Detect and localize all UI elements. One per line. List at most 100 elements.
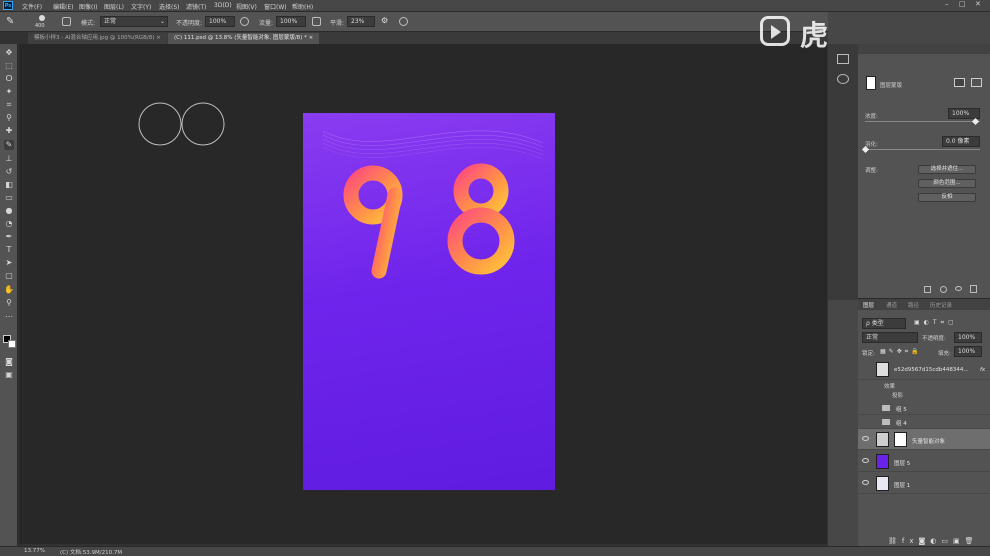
density-slider[interactable]: [865, 121, 980, 122]
menu-layer[interactable]: 图层(L): [104, 2, 124, 11]
menu-help[interactable]: 帮助(H): [292, 2, 313, 11]
type-tool-icon[interactable]: T: [4, 245, 14, 255]
density-value: 100%: [952, 110, 970, 117]
eye-icon[interactable]: [862, 436, 869, 441]
maximize-icon[interactable]: □: [959, 0, 966, 8]
menu-view[interactable]: 视图(V): [236, 2, 257, 11]
blend-mode-select[interactable]: 正常: [862, 332, 918, 343]
fx-icon[interactable]: fx: [980, 367, 985, 373]
zoom-level[interactable]: 13.77%: [24, 548, 45, 554]
layer-row-selected[interactable]: 矢量智能对象: [858, 429, 990, 450]
menu-select[interactable]: 选择(S): [159, 2, 180, 11]
tab-channels[interactable]: 通道: [886, 301, 897, 309]
brush-settings-icon[interactable]: [62, 17, 71, 26]
document-size: (C) 文档:53.9M/210.7M: [60, 550, 123, 556]
folder-icon: [882, 405, 890, 411]
gear-icon[interactable]: ⚙: [381, 16, 391, 26]
magic-wand-icon[interactable]: ✦: [4, 87, 14, 97]
tab-layers[interactable]: 图层: [863, 301, 874, 309]
feather-slider[interactable]: [865, 149, 980, 150]
blur-tool-icon[interactable]: ●: [4, 206, 14, 216]
tab-history[interactable]: 历史记录: [930, 301, 952, 309]
history-panel-icon[interactable]: [837, 54, 849, 64]
tab-template-doc[interactable]: 模板小样3 - AI混合轴应用.jpg @ 100%(RGB/8) ×: [28, 33, 167, 44]
tab-label: 模板小样3 - AI混合轴应用.jpg @ 100%(RGB/8): [34, 35, 155, 41]
layer-filter-icons[interactable]: ▣◐T⌗▢: [914, 319, 974, 328]
vector-mask-icon[interactable]: [971, 78, 982, 87]
select-and-mask-button[interactable]: 选择并遮住...: [918, 165, 976, 174]
layer-row[interactable]: 图层 1: [858, 473, 990, 494]
zoom-tool-icon[interactable]: ⚲: [4, 298, 14, 308]
close-icon[interactable]: ✕: [975, 0, 981, 8]
load-selection-icon[interactable]: [924, 286, 931, 293]
hand-tool-icon[interactable]: ✋: [4, 285, 14, 295]
tab-111-psd[interactable]: (C) 111.psd @ 13.8% (矢量智能对象, 图层蒙版/8) * ×: [168, 33, 320, 44]
eye-icon[interactable]: [862, 480, 869, 485]
close-icon[interactable]: ×: [156, 35, 161, 41]
brush-tool-icon[interactable]: ✎: [6, 16, 18, 28]
color-panel-icon[interactable]: [837, 74, 849, 84]
history-brush-icon[interactable]: ↺: [4, 167, 14, 177]
layer-name: 组 5: [896, 407, 907, 413]
layers-bottom-icons[interactable]: ⛓fx◙◐▭▣🗑: [888, 537, 988, 546]
menu-file[interactable]: 文件(F): [22, 2, 42, 11]
density-slider-handle[interactable]: [971, 117, 980, 126]
pressure-opacity-icon[interactable]: [240, 17, 249, 26]
feather-input[interactable]: 0.0 像素: [942, 136, 980, 147]
pen-tool-icon[interactable]: ✒: [4, 232, 14, 242]
smoothing-input[interactable]: 23%: [347, 16, 375, 27]
layer-row[interactable]: 组 5: [858, 401, 990, 415]
fill-label: 填充:: [938, 351, 951, 357]
document-artboard[interactable]: 918: [303, 113, 555, 490]
marquee-tool-icon[interactable]: ⬚: [4, 61, 14, 71]
menu-filter[interactable]: 滤镜(T): [186, 2, 206, 11]
background-color-swatch[interactable]: [8, 340, 16, 348]
pressure-size-icon[interactable]: [399, 17, 408, 26]
eraser-icon[interactable]: ◧: [4, 180, 14, 190]
move-tool-icon[interactable]: ✥: [4, 48, 14, 58]
flow-input[interactable]: 100%: [276, 16, 306, 27]
lasso-tool-icon[interactable]: ⵔ: [4, 74, 14, 84]
layer-kind-filter[interactable]: ρ 类型: [862, 318, 906, 329]
dodge-tool-icon[interactable]: ◔: [4, 219, 14, 229]
crop-tool-icon[interactable]: ⌗: [4, 100, 14, 110]
color-range-button[interactable]: 颜色范围...: [918, 179, 976, 188]
screen-mode-icon[interactable]: ▣: [4, 370, 14, 380]
mode-select[interactable]: 正常 ⌄: [100, 16, 168, 27]
layer-row[interactable]: 图层 5: [858, 451, 990, 472]
menu-image[interactable]: 图像(I): [79, 2, 97, 11]
layer-opacity-input[interactable]: 100%: [954, 332, 982, 343]
tab-paths[interactable]: 路径: [908, 301, 919, 309]
invert-button[interactable]: 反相: [918, 193, 976, 202]
document-tabs: 模板小样3 - AI混合轴应用.jpg @ 100%(RGB/8) × (C) …: [28, 32, 828, 44]
airbrush-icon[interactable]: [312, 17, 321, 26]
path-selection-icon[interactable]: ➤: [4, 258, 14, 268]
rectangle-tool-icon[interactable]: ▢: [4, 271, 14, 281]
visibility-icon[interactable]: [955, 286, 962, 291]
brush-size-value: 400: [35, 23, 45, 29]
menu-type[interactable]: 文字(Y): [131, 2, 151, 11]
opacity-input[interactable]: 100%: [205, 16, 235, 27]
menu-edit[interactable]: 编辑(E): [53, 2, 73, 11]
brush-tool-icon[interactable]: ✎: [4, 140, 14, 150]
menu-window[interactable]: 窗口(W): [264, 2, 287, 11]
layer-row[interactable]: e52d9567d15cdb448344... fx: [858, 359, 990, 380]
quick-mask-icon[interactable]: ◙: [4, 357, 14, 367]
eye-icon[interactable]: [862, 458, 869, 463]
eyedropper-icon[interactable]: ⚲: [4, 113, 14, 123]
gradient-tool-icon[interactable]: ▭: [4, 193, 14, 203]
more-tools-icon[interactable]: ⋯: [4, 312, 14, 322]
layer-row[interactable]: 组 4: [858, 415, 990, 429]
healing-brush-icon[interactable]: ✚: [4, 126, 14, 136]
clone-stamp-icon[interactable]: ⊥: [4, 154, 14, 164]
lock-icons[interactable]: ▦✎✥⌗🔒: [880, 348, 930, 356]
brush-preset-picker[interactable]: 400: [35, 14, 49, 30]
close-icon[interactable]: ×: [309, 35, 314, 41]
menu-3d[interactable]: 3D(D): [214, 2, 232, 9]
minimize-icon[interactable]: –: [945, 0, 949, 8]
mode-value: 正常: [104, 18, 117, 25]
trash-icon[interactable]: [970, 285, 977, 293]
fill-input[interactable]: 100%: [954, 346, 982, 357]
pixel-mask-icon[interactable]: [954, 78, 965, 87]
apply-mask-icon[interactable]: [940, 286, 947, 293]
